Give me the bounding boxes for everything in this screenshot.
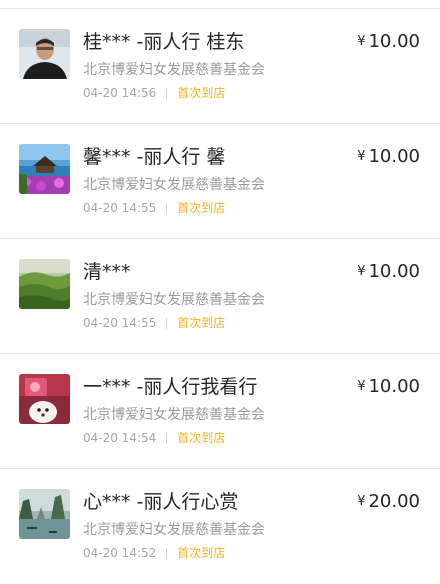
portrait-photo-icon (19, 29, 70, 79)
organization-name: 北京博爱妇女发展慈善基金会 (83, 177, 265, 193)
donation-amount: ¥10.00 (357, 145, 420, 171)
karst-bay-photo-icon (19, 489, 70, 539)
green-hills-photo-icon (19, 259, 70, 309)
donation-meta: 04-20 14:56 首次到店 (83, 85, 225, 101)
amount-value: 20.00 (368, 491, 420, 512)
donation-row[interactable]: 清*** ¥10.00 北京博爱妇女发展慈善基金会 04-20 14:55 首次… (0, 239, 440, 354)
first-visit-badge: 首次到店 (177, 431, 226, 445)
resort-pavilion-photo-icon (19, 144, 70, 194)
donation-time: 04-20 14:55 (83, 201, 157, 215)
donation-amount: ¥10.00 (357, 375, 420, 401)
organization-name: 北京博爱妇女发展慈善基金会 (83, 62, 265, 78)
donation-meta: 04-20 14:52 首次到店 (83, 545, 225, 561)
donation-row[interactable]: 馨*** -丽人行 馨 ¥10.00 北京博爱妇女发展慈善基金会 04-20 1… (0, 124, 440, 239)
donor-name: 心*** -丽人行心赏 (83, 491, 239, 513)
currency-symbol: ¥ (357, 264, 366, 279)
organization-name: 北京博爱妇女发展慈善基金会 (83, 522, 265, 538)
donation-meta: 04-20 14:54 首次到店 (83, 430, 225, 446)
donation-row[interactable]: 桂*** -丽人行 桂东 ¥10.00 北京博爱妇女发展慈善基金会 04-20 … (0, 9, 440, 124)
donor-name: 一*** -丽人行我看行 (83, 376, 258, 398)
donation-amount: ¥10.00 (357, 260, 420, 286)
donation-time: 04-20 14:54 (83, 431, 157, 445)
donation-row[interactable]: 心*** -丽人行心赏 ¥20.00 北京博爱妇女发展慈善基金会 04-20 1… (0, 469, 440, 584)
donation-time: 04-20 14:56 (83, 86, 157, 100)
donor-name: 桂*** -丽人行 桂东 (83, 31, 245, 53)
donation-list: 桂*** -丽人行 桂东 ¥10.00 北京博爱妇女发展慈善基金会 04-20 … (0, 9, 440, 584)
donation-meta: 04-20 14:55 首次到店 (83, 200, 225, 216)
donation-time: 04-20 14:52 (83, 546, 157, 560)
amount-value: 10.00 (368, 261, 420, 282)
organization-name: 北京博爱妇女发展慈善基金会 (83, 407, 265, 423)
currency-symbol: ¥ (357, 34, 366, 49)
donation-amount: ¥10.00 (357, 30, 420, 56)
organization-name: 北京博爱妇女发展慈善基金会 (83, 292, 265, 308)
first-visit-badge: 首次到店 (177, 546, 226, 560)
currency-symbol: ¥ (357, 379, 366, 394)
meta-separator (166, 87, 168, 99)
donation-amount: ¥20.00 (357, 490, 420, 516)
currency-symbol: ¥ (357, 149, 366, 164)
meta-separator (166, 547, 168, 559)
donor-name: 清*** (83, 261, 131, 283)
currency-symbol: ¥ (357, 494, 366, 509)
amount-value: 10.00 (368, 146, 420, 167)
first-visit-badge: 首次到店 (177, 86, 226, 100)
pet-dog-photo-icon (19, 374, 70, 424)
amount-value: 10.00 (368, 376, 420, 397)
meta-separator (166, 432, 168, 444)
meta-separator (166, 317, 168, 329)
donor-name: 馨*** -丽人行 馨 (83, 146, 226, 168)
donation-meta: 04-20 14:55 首次到店 (83, 315, 225, 331)
meta-separator (166, 202, 168, 214)
amount-value: 10.00 (368, 31, 420, 52)
donation-time: 04-20 14:55 (83, 316, 157, 330)
first-visit-badge: 首次到店 (177, 201, 226, 215)
donation-row[interactable]: 一*** -丽人行我看行 ¥10.00 北京博爱妇女发展慈善基金会 04-20 … (0, 354, 440, 469)
first-visit-badge: 首次到店 (177, 316, 226, 330)
